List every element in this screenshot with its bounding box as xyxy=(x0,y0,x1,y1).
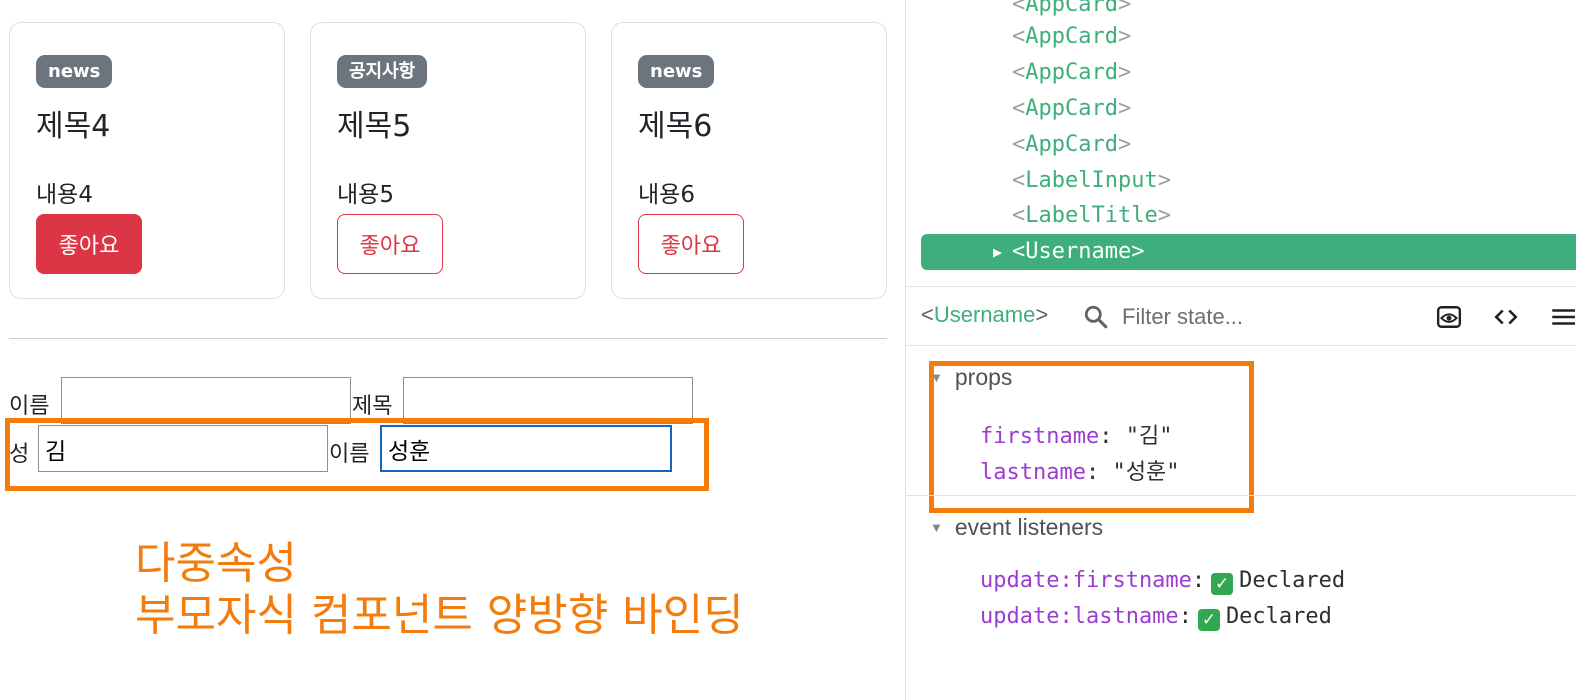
component-name: <Username> xyxy=(921,302,1049,327)
code-icon[interactable] xyxy=(1493,304,1519,330)
tree-node-appcard[interactable]: <AppCard> xyxy=(1012,55,1131,91)
like-button[interactable]: 좋아요 xyxy=(36,214,142,274)
card-content: 내용4 xyxy=(36,182,93,208)
tree-node-labelinput[interactable]: <LabelInput> xyxy=(1012,163,1171,199)
card-title: 제목5 xyxy=(337,109,412,144)
separator xyxy=(906,286,1576,287)
name-label: 이름 xyxy=(9,394,50,419)
collapse-arrow-icon: ▼ xyxy=(930,520,943,535)
menu-icon[interactable] xyxy=(1549,304,1575,330)
tree-node-username-selected[interactable]: ▶ <Username> xyxy=(921,234,1576,270)
separator xyxy=(906,495,1576,496)
card-title: 제목6 xyxy=(638,109,713,144)
card-content: 내용6 xyxy=(638,182,695,208)
card-badge: 공지사항 xyxy=(337,55,428,88)
vue-devtools-panel: <AppCard> <AppCard> <AppCard> <AppCard> … xyxy=(905,0,1576,700)
check-icon: ✓ xyxy=(1211,573,1234,595)
eye-icon[interactable] xyxy=(1436,304,1462,330)
app-card: 공지사항 제목5 내용5 좋아요 xyxy=(310,22,586,299)
like-button[interactable]: 좋아요 xyxy=(638,214,744,274)
card-badge: news xyxy=(36,55,113,88)
card-content: 내용5 xyxy=(337,182,394,208)
annotation-line-1: 다중속성 xyxy=(135,538,297,589)
tree-node-appcard[interactable]: <AppCard> xyxy=(1012,127,1131,163)
app-preview: news 제목4 내용4 좋아요 공지사항 제목5 내용5 좋아요 news 제… xyxy=(0,0,905,700)
like-button[interactable]: 좋아요 xyxy=(337,214,443,274)
separator xyxy=(906,345,1576,346)
events-section-header[interactable]: ▼ event listeners xyxy=(930,514,1103,541)
event-row[interactable]: update:lastname: ✓ Declared xyxy=(980,604,1332,631)
tree-node-appcard[interactable]: <AppCard> xyxy=(1012,19,1131,55)
annotation-text: 다중속성 부모자식 컴포넌트 양방향 바인딩 xyxy=(135,538,744,642)
divider xyxy=(9,338,887,339)
tree-node-appcard[interactable]: <AppCard> xyxy=(1012,91,1131,127)
highlight-box-props xyxy=(929,361,1254,513)
title-label: 제목 xyxy=(352,394,393,419)
annotation-line-2: 부모자식 컴포넌트 양방향 바인딩 xyxy=(135,590,744,641)
event-row[interactable]: update:firstname: ✓ Declared xyxy=(980,568,1345,595)
inspector-toolbar: <Username> xyxy=(906,290,1576,344)
card-badge: news xyxy=(638,55,715,88)
name-input[interactable] xyxy=(61,377,351,424)
app-card: news 제목6 내용6 좋아요 xyxy=(611,22,887,299)
tree-node-labeltitle[interactable]: <LabelTitle> xyxy=(1012,198,1171,234)
app-card: news 제목4 내용4 좋아요 xyxy=(9,22,285,299)
search-icon xyxy=(1084,305,1108,329)
check-icon: ✓ xyxy=(1197,609,1220,631)
filter-state-input[interactable] xyxy=(1122,300,1412,334)
highlight-box-username xyxy=(5,418,709,491)
title-input[interactable] xyxy=(403,377,693,424)
expand-arrow-icon[interactable]: ▶ xyxy=(993,234,1002,270)
card-title: 제목4 xyxy=(36,109,111,144)
